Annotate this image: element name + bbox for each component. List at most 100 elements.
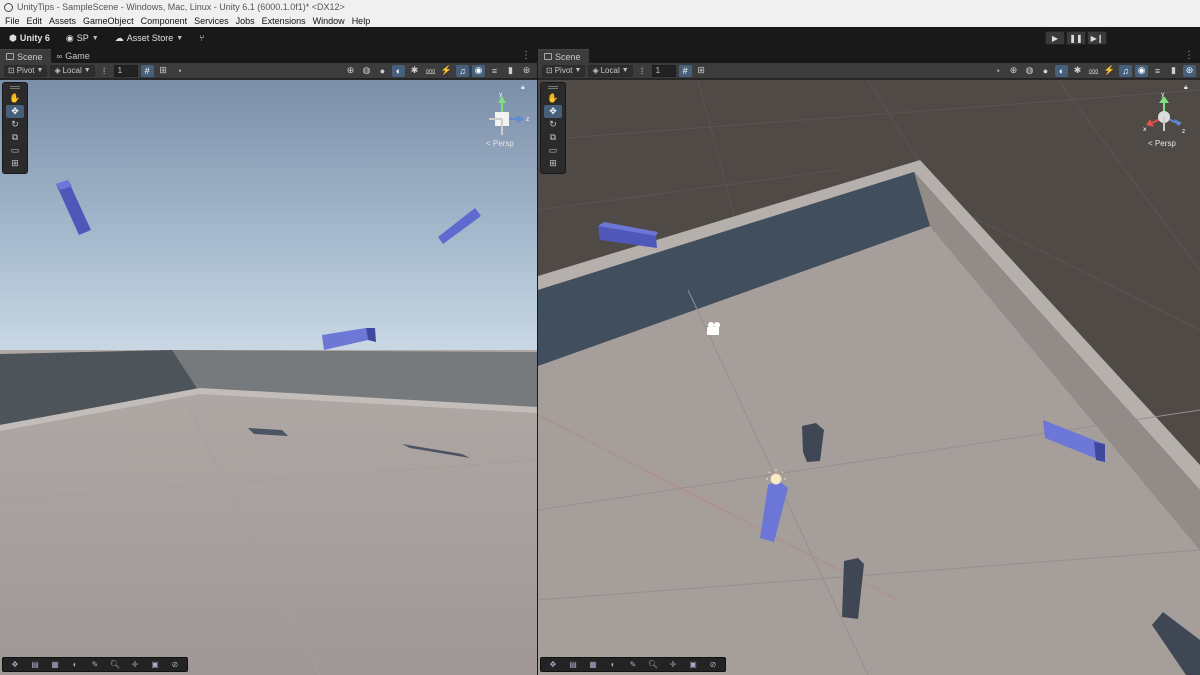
view-options-icon[interactable]: ◔	[991, 65, 1004, 77]
panel-menu-icon[interactable]: ⋮	[1184, 50, 1194, 61]
rect-tool-icon[interactable]: ▭	[6, 144, 24, 157]
projection-label[interactable]: < Persp	[1148, 139, 1176, 148]
scene-visibility-icon[interactable]: ◉	[1135, 64, 1148, 77]
scale-tool-icon[interactable]: ⧉	[544, 131, 562, 144]
menu-extensions[interactable]: Extensions	[260, 16, 311, 26]
projection-label[interactable]: < Persp	[486, 139, 514, 148]
drag-handle[interactable]	[548, 86, 558, 89]
right-scene-render[interactable]	[538, 80, 1200, 675]
effects-icon[interactable]: ≡	[488, 65, 501, 77]
menu-assets[interactable]: Assets	[47, 16, 81, 26]
pause-button[interactable]: ❚❚	[1066, 31, 1086, 45]
move-icon[interactable]: ✥	[544, 659, 562, 670]
orbit-icon[interactable]: ◐	[66, 659, 84, 670]
transform-tool-icon[interactable]: ⊞	[544, 157, 562, 170]
menu-edit[interactable]: Edit	[25, 16, 48, 26]
compass-icon[interactable]: ⊘	[166, 659, 184, 670]
local-dropdown[interactable]: ◈ Local ▼	[588, 64, 633, 77]
camera-settings-icon[interactable]: ▮	[504, 65, 517, 77]
menu-gameobject[interactable]: GameObject	[81, 16, 139, 26]
menu-help[interactable]: Help	[350, 16, 376, 26]
menu-file[interactable]: File	[3, 16, 25, 26]
menu-jobs[interactable]: Jobs	[234, 16, 260, 26]
account-dropdown[interactable]: ◉ SP ▼	[61, 31, 104, 46]
pan-icon[interactable]: ✛	[664, 659, 682, 670]
gizmos-icon[interactable]: ⊛	[1183, 64, 1196, 77]
layout-icon[interactable]: ▤	[26, 659, 44, 670]
left-scene-viewport[interactable]: ✋ ✥ ↻ ⧉ ▭ ⊞ y z 🔒︎ < Persp ✥ ▤ ▦ ◐ ✎ 🔍︎	[0, 80, 537, 675]
left-scene-render[interactable]	[0, 80, 537, 675]
hand-tool-icon[interactable]: ✋	[544, 92, 562, 105]
grid-visibility-icon[interactable]: #	[140, 64, 154, 77]
panel-menu-icon[interactable]: ⋮	[521, 50, 531, 61]
grid-snap-icon[interactable]: ⁞	[636, 65, 649, 77]
grid-snap-icon[interactable]: ⁞	[98, 65, 111, 77]
menu-services[interactable]: Services	[192, 16, 234, 26]
tab-game[interactable]: ∞ Game	[51, 49, 98, 63]
zoom-icon[interactable]: 🔍︎	[644, 659, 662, 670]
drag-handle[interactable]	[10, 86, 20, 89]
grid-size-input[interactable]: 1	[651, 64, 676, 77]
global-icon[interactable]: ⊕	[1007, 65, 1020, 77]
debug-draw-icon[interactable]: ✱	[408, 65, 421, 77]
rotate-tool-icon[interactable]: ↻	[544, 118, 562, 131]
paint-icon[interactable]: ✎	[624, 659, 642, 670]
shading-shaded-icon[interactable]: ●	[376, 65, 389, 77]
move-tool-icon[interactable]: ✥	[544, 105, 562, 118]
shading-lit-icon[interactable]: ◐	[1055, 64, 1068, 77]
snap-increment-icon[interactable]: ⊞	[695, 65, 708, 77]
shading-lit-icon[interactable]: ◐	[392, 64, 405, 77]
shading-shaded-icon[interactable]: ●	[1039, 65, 1052, 77]
orbit-icon[interactable]: ◐	[604, 659, 622, 670]
camera-settings-icon[interactable]: ▮	[1167, 65, 1180, 77]
version-control-button[interactable]: ⑂	[194, 31, 209, 45]
debug-draw-icon[interactable]: ✱	[1071, 65, 1084, 77]
hand-tool-icon[interactable]: ✋	[6, 92, 24, 105]
audio-toggle-icon[interactable]: ♫	[1119, 64, 1132, 77]
local-dropdown[interactable]: ◈ Local ▼	[50, 64, 95, 77]
tab-scene-right[interactable]: Scene	[538, 49, 589, 63]
shading-wireframe-icon[interactable]: ◍	[1023, 65, 1036, 77]
snap-increment-icon[interactable]: ⊞	[157, 65, 170, 77]
grid-icon[interactable]: ▦	[584, 659, 602, 670]
asset-store-dropdown[interactable]: ☁ Asset Store ▼	[110, 31, 188, 46]
lock-icon[interactable]: 🔒︎	[521, 84, 525, 92]
audio-toggle-icon[interactable]: ♫	[456, 64, 469, 77]
transform-tool-icon[interactable]: ⊞	[6, 157, 24, 170]
lock-icon[interactable]: 🔒︎	[1184, 84, 1188, 92]
grid-visibility-icon[interactable]: #	[678, 64, 692, 77]
camera-icon[interactable]: ▣	[684, 659, 702, 670]
effects-icon[interactable]: ≡	[1151, 65, 1164, 77]
2d-toggle-icon[interactable]: ⅏	[424, 65, 437, 77]
scene-visibility-icon[interactable]: ◉	[472, 64, 485, 77]
lighting-toggle-icon[interactable]: ⚡	[1103, 65, 1116, 77]
rect-tool-icon[interactable]: ▭	[544, 144, 562, 157]
menu-window[interactable]: Window	[311, 16, 350, 26]
camera-icon[interactable]: ▣	[146, 659, 164, 670]
scale-tool-icon[interactable]: ⧉	[6, 131, 24, 144]
shading-wireframe-icon[interactable]: ◍	[360, 65, 373, 77]
gizmos-icon[interactable]: ⊛	[520, 65, 533, 77]
paint-icon[interactable]: ✎	[86, 659, 104, 670]
tab-scene[interactable]: Scene	[0, 49, 51, 63]
view-options-icon[interactable]: ◔	[173, 65, 186, 77]
menu-component[interactable]: Component	[139, 16, 193, 26]
unity-account-button[interactable]: ⬢ Unity 6	[4, 31, 55, 46]
global-icon[interactable]: ⊕	[344, 65, 357, 77]
play-button[interactable]: ▶	[1045, 31, 1065, 45]
pivot-dropdown[interactable]: ⊡ Pivot ▼	[4, 64, 48, 77]
layout-icon[interactable]: ▤	[564, 659, 582, 670]
rotate-tool-icon[interactable]: ↻	[6, 118, 24, 131]
2d-toggle-icon[interactable]: ⅏	[1087, 65, 1100, 77]
pivot-dropdown[interactable]: ⊡ Pivot ▼	[542, 64, 586, 77]
grid-icon[interactable]: ▦	[46, 659, 64, 670]
pan-icon[interactable]: ✛	[126, 659, 144, 670]
lighting-toggle-icon[interactable]: ⚡	[440, 65, 453, 77]
move-tool-icon[interactable]: ✥	[6, 105, 24, 118]
compass-icon[interactable]: ⊘	[704, 659, 722, 670]
move-icon[interactable]: ✥	[6, 659, 24, 670]
step-button[interactable]: ▶❙	[1087, 31, 1107, 45]
zoom-icon[interactable]: 🔍︎	[106, 659, 124, 670]
right-scene-viewport[interactable]: ✋ ✥ ↻ ⧉ ▭ ⊞ y z x 🔒︎ < Persp ✥ ▤ ▦ ◐ ✎ 🔍…	[538, 80, 1200, 675]
grid-size-input[interactable]: 1	[113, 64, 138, 77]
